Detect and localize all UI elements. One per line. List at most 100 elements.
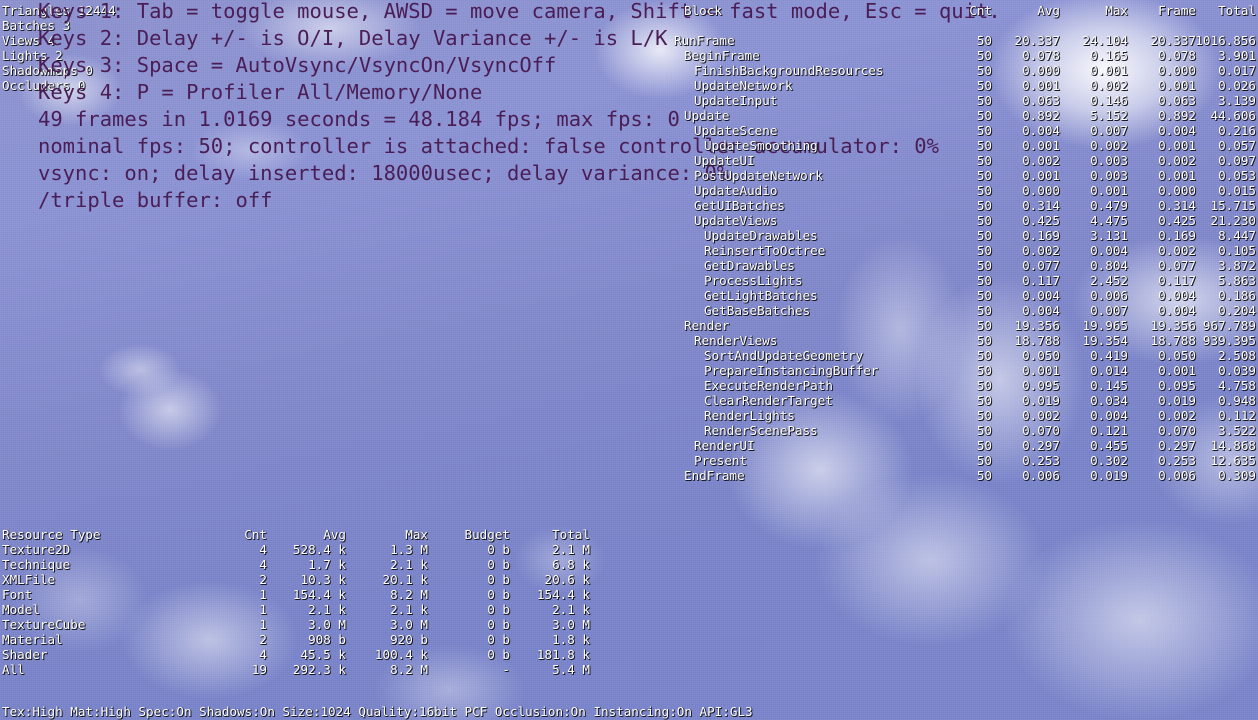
- profiler-cell-total: 0.017: [1218, 63, 1256, 78]
- profiler-cell-cnt: 50: [976, 393, 992, 408]
- profiler-cell-cnt: 50: [976, 48, 992, 63]
- resource-cell-total: 2.1 M: [552, 542, 590, 557]
- resource-cell-budget: 0 b: [487, 632, 510, 647]
- resource-cell-total: 181.8 k: [536, 647, 590, 662]
- resource-cell-budget: 0 b: [487, 542, 510, 557]
- profiler-cell-max: 0.004: [1090, 243, 1128, 258]
- profiler-cell-cnt: 50: [976, 438, 992, 453]
- resource-cell-max: 920 b: [390, 632, 428, 647]
- profiler-cell-avg: 20.337: [1014, 33, 1061, 48]
- resource-cell-max: 3.0 M: [390, 617, 428, 632]
- profiler-block-name: ReinsertToOctree: [704, 243, 826, 258]
- profiler-cell-total: 44.606: [1210, 108, 1257, 123]
- profiler-cell-max: 0.002: [1090, 138, 1128, 153]
- profiler-block-name: GetDrawables: [704, 258, 795, 273]
- profiler-cell-total: 3.139: [1218, 93, 1256, 108]
- profiler-block-name: FinishBackgroundResources: [694, 63, 884, 78]
- profiler-block-name: ExecuteRenderPath: [704, 378, 833, 393]
- resource-cell-total: 1.8 k: [552, 632, 590, 647]
- profiler-cell-total: 3.872: [1218, 258, 1256, 273]
- profiler-cell-avg: 0.425: [1022, 213, 1060, 228]
- profiler-cell-cnt: 50: [976, 183, 992, 198]
- profiler-cell-total: 3.522: [1218, 423, 1256, 438]
- profiler-cell-total: 0.112: [1218, 408, 1256, 423]
- resource-cell-type: TextureCube: [2, 617, 86, 632]
- profiler-cell-max: 0.001: [1090, 63, 1128, 78]
- profiler-cell-cnt: 50: [976, 123, 992, 138]
- profiler-cell-max: 4.475: [1090, 213, 1128, 228]
- profiler-cell-cnt: 50: [976, 78, 992, 93]
- profiler-cell-max: 0.121: [1090, 423, 1128, 438]
- profiler-cell-total: 0.097: [1218, 153, 1256, 168]
- resource-cell-max: 8.2 M: [390, 587, 428, 602]
- profiler-cell-avg: 0.063: [1022, 93, 1060, 108]
- profiler-cell-avg: 0.070: [1022, 423, 1060, 438]
- profiler-cell-max: 0.004: [1090, 408, 1128, 423]
- resource-cell-avg: 292.3 k: [292, 662, 346, 677]
- profiler-cell-avg: 0.001: [1022, 363, 1060, 378]
- profiler-block-name: UpdateDrawables: [704, 228, 818, 243]
- profiler-block-name: BeginFrame: [684, 48, 760, 63]
- resource-col-cnt: Cnt: [244, 527, 267, 542]
- resource-cell-max: 1.3 M: [390, 542, 428, 557]
- resource-col-avg: Avg: [323, 527, 346, 542]
- resource-cell-type: Texture2D: [2, 542, 71, 557]
- resource-cell-max: 2.1 k: [390, 602, 428, 617]
- profiler-cell-total: 0.309: [1218, 468, 1256, 483]
- profiler-cell-avg: 0.006: [1022, 468, 1060, 483]
- profiler-cell-cnt: 50: [976, 348, 992, 363]
- resource-cell-type: XMLFile: [2, 572, 56, 587]
- profiler-block-name: PrepareInstancingBuffer: [704, 363, 879, 378]
- profiler-cell-cnt: 50: [976, 363, 992, 378]
- profiler-cell-cnt: 50: [976, 408, 992, 423]
- resource-cell-type: All: [2, 662, 25, 677]
- profiler-cell-max: 3.131: [1090, 228, 1128, 243]
- profiler-block-name: ProcessLights: [704, 273, 803, 288]
- profiler-cell-avg: 18.788: [1014, 333, 1061, 348]
- profiler-cell-total: 0.053: [1218, 168, 1256, 183]
- profiler-cell-max: 0.007: [1090, 303, 1128, 318]
- instructions-overlay: Keys 1: Tab = toggle mouse, AWSD = move …: [38, 0, 1001, 214]
- profiler-block-name: RenderLights: [704, 408, 795, 423]
- profiler-cell-total: 0.216: [1218, 123, 1256, 138]
- resource-cell-avg: 3.0 M: [308, 617, 346, 632]
- resource-cell-total: 3.0 M: [552, 617, 590, 632]
- profiler-cell-cnt: 50: [976, 213, 992, 228]
- resource-cell-type: Font: [2, 587, 33, 602]
- profiler-block-name: RenderUI: [694, 438, 755, 453]
- profiler-block-name: RenderScenePass: [704, 423, 818, 438]
- resource-cell-avg: 45.5 k: [300, 647, 347, 662]
- profiler-cell-cnt: 50: [976, 423, 992, 438]
- instruction-line: /triple buffer: off: [38, 188, 273, 212]
- resource-cell-avg: 10.3 k: [300, 572, 347, 587]
- profiler-cell-cnt: 50: [976, 288, 992, 303]
- profiler-cell-avg: 0.169: [1022, 228, 1060, 243]
- profiler-cell-avg: 0.253: [1022, 453, 1060, 468]
- profiler-cell-total: 0.026: [1218, 78, 1256, 93]
- profiler-block-name: RunFrame: [674, 33, 735, 48]
- profiler-cell-max: 0.001: [1090, 183, 1128, 198]
- instruction-line: vsync: on; delay inserted: 18000usec; de…: [38, 161, 730, 185]
- profiler-cell-avg: 0.004: [1022, 303, 1060, 318]
- profiler-cell-avg: 0.019: [1022, 393, 1060, 408]
- profiler-cell-avg: 0.002: [1022, 408, 1060, 423]
- profiler-cell-avg: 0.001: [1022, 168, 1060, 183]
- profiler-block-name: RenderViews: [694, 333, 778, 348]
- profiler-block-name: UpdateScene: [694, 123, 778, 138]
- profiler-cell-avg: 0.117: [1022, 273, 1060, 288]
- profiler-block-name: GetUIBatches: [694, 198, 785, 213]
- profiler-cell-cnt: 50: [976, 243, 992, 258]
- profiler-cell-max: 5.152: [1090, 108, 1128, 123]
- resource-cell-budget: 0 b: [487, 587, 510, 602]
- resource-cell-type: Technique: [2, 557, 71, 572]
- profiler-cell-avg: 0.095: [1022, 378, 1060, 393]
- resource-cell-cnt: 4: [259, 542, 267, 557]
- resource-cell-total: 2.1 k: [552, 602, 590, 617]
- profiler-cell-cnt: 50: [976, 198, 992, 213]
- profiler-cell-max: 0.302: [1090, 453, 1128, 468]
- profiler-cell-avg: 0.892: [1022, 108, 1060, 123]
- profiler-cell-avg: 0.314: [1022, 198, 1060, 213]
- profiler-block-name: EndFrame: [684, 468, 745, 483]
- profiler-cell-max: 0.145: [1090, 378, 1128, 393]
- instruction-line: Keys 1: Tab = toggle mouse, AWSD = move …: [38, 0, 1001, 23]
